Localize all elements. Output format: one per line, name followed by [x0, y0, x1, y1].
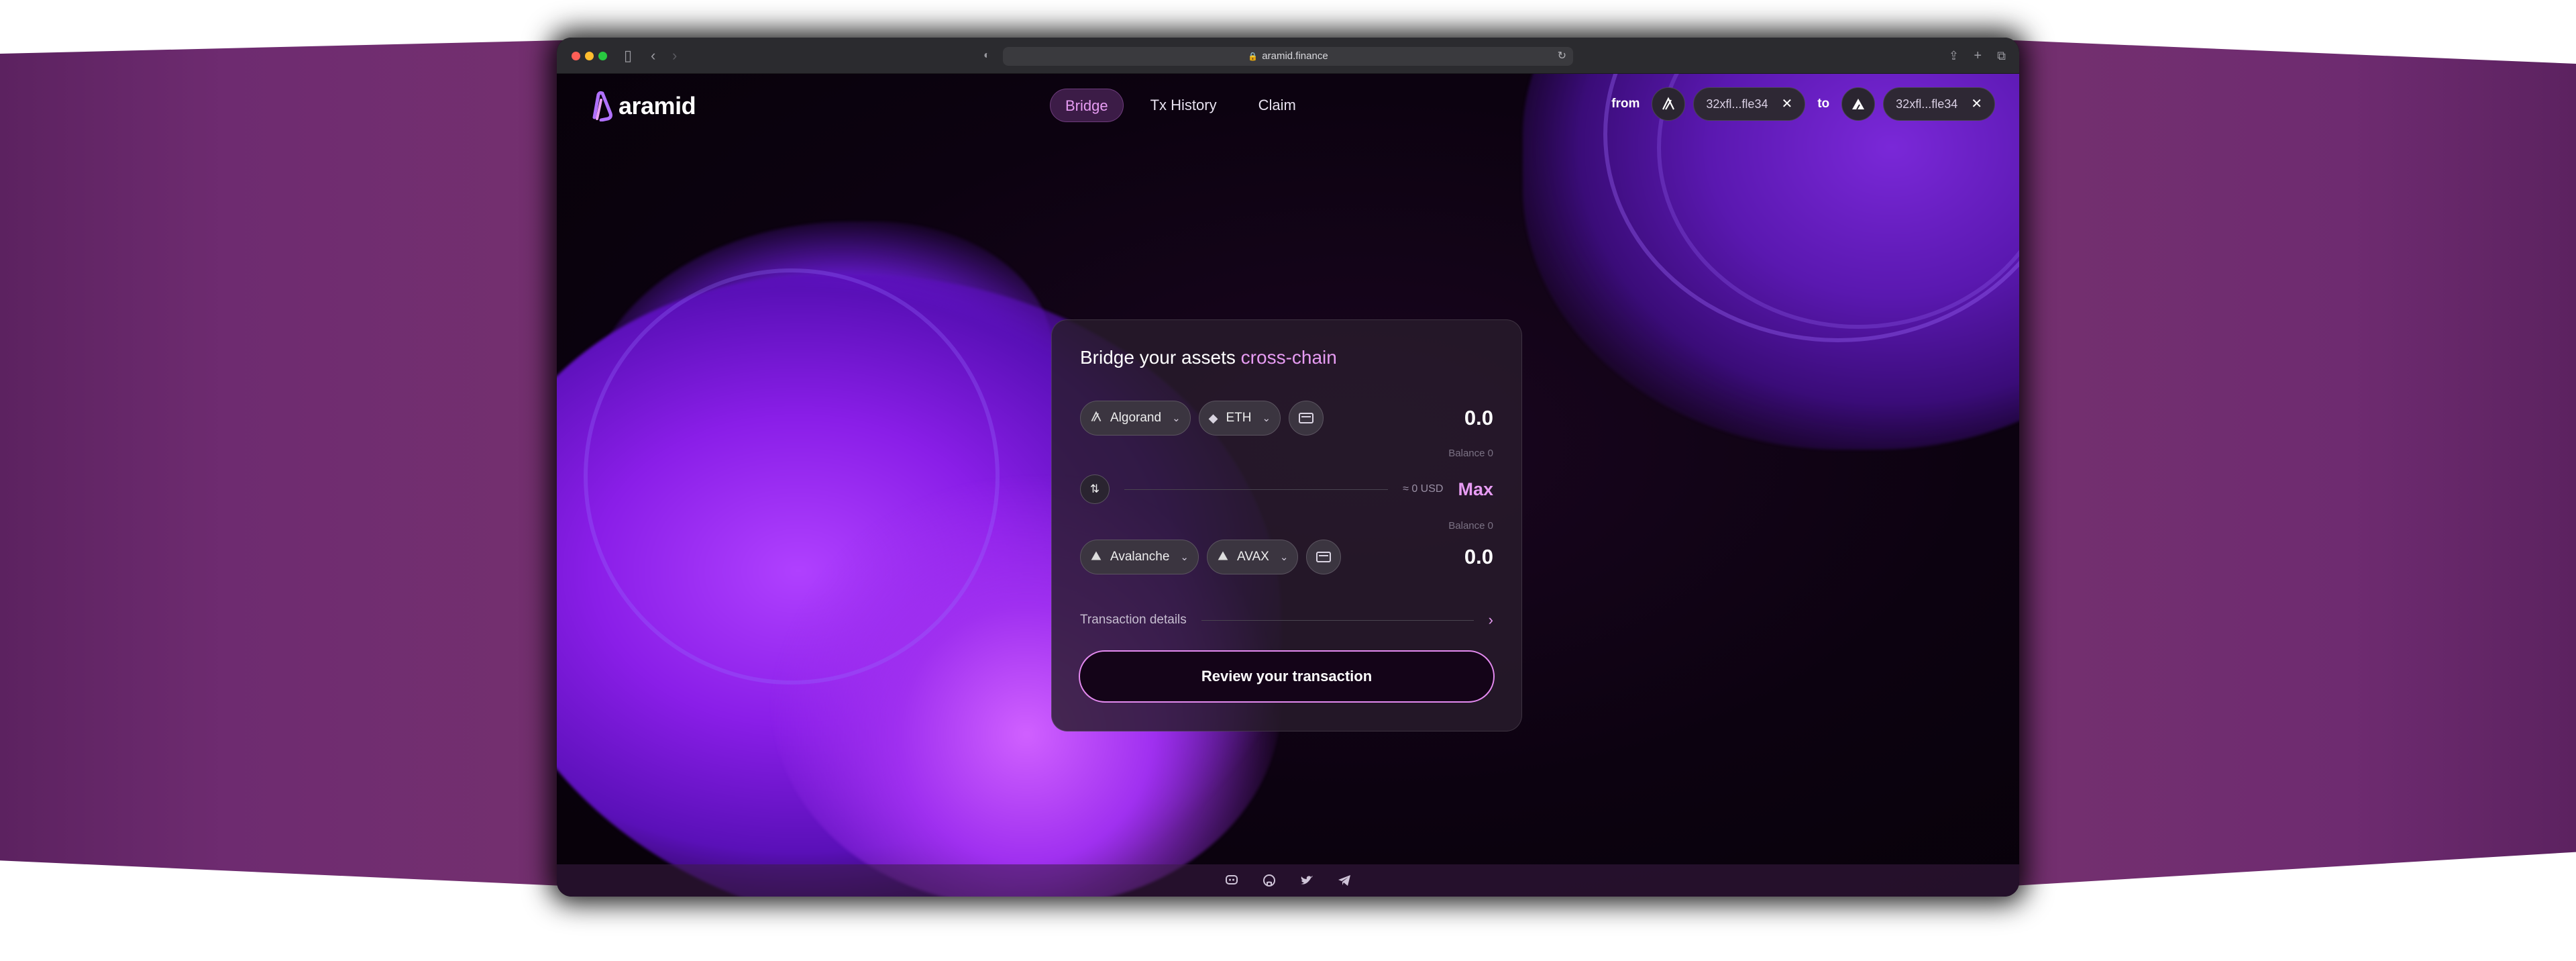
share-icon[interactable]: ⇪: [1949, 47, 1959, 64]
algorand-icon: [1090, 410, 1102, 426]
new-tab-icon[interactable]: +: [1974, 47, 1982, 64]
github-icon[interactable]: [1262, 873, 1277, 888]
transaction-details-toggle[interactable]: Transaction details ›: [1080, 610, 1493, 630]
transaction-details-label: Transaction details: [1080, 613, 1187, 627]
browser-titlebar: ▯ ‹ › ◐ 🔒 aramid.finance ↻ ⇪ + ⧉: [557, 38, 2019, 74]
bridge-title-accent: cross-chain: [1240, 347, 1337, 368]
wallet-connections: from 32xfl...fle34 ✕ to 32xfl...fle34 ✕: [1607, 87, 1995, 121]
chevron-down-icon: ⌄: [1180, 552, 1189, 563]
from-label: from: [1611, 97, 1640, 111]
destination-wallet-button[interactable]: [1306, 540, 1342, 574]
zoom-window-button[interactable]: [598, 52, 607, 60]
swap-direction-button[interactable]: ⇅: [1080, 474, 1110, 504]
wallet-icon: [1316, 552, 1332, 562]
source-wallet-button[interactable]: [1289, 401, 1324, 436]
avalanche-icon: [1090, 550, 1102, 565]
wallet-icon: [1299, 413, 1314, 423]
disconnect-to-icon[interactable]: ✕: [1971, 88, 1982, 120]
source-amount-input[interactable]: 0.0: [1464, 406, 1493, 430]
destination-chain-select[interactable]: Avalanche ⌄: [1080, 540, 1199, 574]
nav-bridge[interactable]: Bridge: [1050, 89, 1124, 122]
address-bar[interactable]: 🔒 aramid.finance ↻: [1003, 47, 1573, 66]
bridge-card: Bridge your assets cross-chain Algorand …: [1051, 319, 1522, 731]
source-chain-select[interactable]: Algorand ⌄: [1080, 401, 1191, 436]
logo-text: aramid: [619, 92, 696, 119]
url-text: aramid.finance: [1262, 50, 1328, 62]
aramid-logo[interactable]: aramid: [592, 90, 696, 122]
destination-chain-label: Avalanche: [1110, 550, 1170, 564]
telegram-icon[interactable]: [1337, 873, 1352, 888]
tab-overview-icon[interactable]: ⧉: [1997, 47, 2006, 64]
chevron-down-icon: ⌄: [1262, 413, 1271, 424]
max-button[interactable]: Max: [1458, 479, 1493, 500]
footer: [557, 864, 2019, 897]
source-token-label: ETH: [1226, 411, 1252, 425]
divider: [1201, 619, 1474, 621]
decorative-swirl: [584, 268, 1000, 685]
usd-estimate: ≈ 0 USD: [1403, 483, 1444, 495]
destination-row: Avalanche ⌄ AVAX ⌄ 0.0: [1080, 540, 1493, 574]
forward-icon[interactable]: ›: [672, 47, 677, 64]
chevron-down-icon: ⌄: [1279, 552, 1289, 563]
destination-balance: Balance 0: [1448, 520, 1493, 532]
lock-icon: 🔒: [1248, 52, 1258, 61]
back-icon[interactable]: ‹: [651, 47, 655, 64]
destination-token-label: AVAX: [1236, 550, 1269, 564]
swap-row: ⇅ ≈ 0 USD Max: [1080, 474, 1493, 504]
bridge-title: Bridge your assets cross-chain: [1080, 347, 1337, 368]
source-row: Algorand ⌄ ◆ ETH ⌄ 0.0: [1080, 401, 1493, 436]
bridge-title-text: Bridge your assets: [1080, 347, 1236, 368]
review-transaction-button[interactable]: Review your transaction: [1079, 650, 1495, 703]
ethereum-icon: ◆: [1208, 411, 1218, 425]
to-wallet-pill[interactable]: 32xfl...fle34 ✕: [1883, 87, 1995, 121]
browser-window: ▯ ‹ › ◐ 🔒 aramid.finance ↻ ⇪ + ⧉ aramid B: [557, 38, 2019, 897]
main-nav: Bridge Tx History Claim: [1050, 89, 1311, 122]
to-label: to: [1817, 97, 1830, 111]
destination-amount-input[interactable]: 0.0: [1464, 545, 1493, 569]
privacy-shield-icon[interactable]: ◐: [983, 47, 990, 64]
sidebar-toggle-icon[interactable]: ▯: [624, 47, 632, 64]
destination-token-select[interactable]: AVAX ⌄: [1206, 540, 1299, 574]
app-page: aramid Bridge Tx History Claim from 32xf…: [557, 74, 2019, 897]
from-wallet-pill[interactable]: 32xfl...fle34 ✕: [1693, 87, 1806, 121]
close-window-button[interactable]: [572, 52, 580, 60]
avalanche-chain-icon[interactable]: [1841, 87, 1876, 121]
disconnect-from-icon[interactable]: ✕: [1781, 88, 1792, 120]
source-chain-label: Algorand: [1110, 411, 1162, 425]
minimize-window-button[interactable]: [585, 52, 594, 60]
nav-tx-history[interactable]: Tx History: [1136, 89, 1232, 122]
chevron-right-icon: ›: [1488, 611, 1493, 628]
twitter-icon[interactable]: [1299, 873, 1314, 888]
source-balance: Balance 0: [1448, 448, 1493, 459]
algorand-chain-icon[interactable]: [1652, 87, 1686, 121]
avalanche-icon: [1217, 550, 1229, 565]
background-panel-right: [2012, 40, 2576, 886]
divider: [1124, 489, 1389, 490]
from-wallet-address: 32xfl...fle34: [1706, 97, 1768, 111]
source-token-select[interactable]: ◆ ETH ⌄: [1198, 401, 1281, 436]
background-panel-left: [0, 40, 564, 886]
aramid-logo-icon: [592, 91, 612, 121]
discord-icon[interactable]: [1224, 873, 1239, 888]
to-wallet-address: 32xfl...fle34: [1896, 97, 1958, 111]
reload-icon[interactable]: ↻: [1558, 47, 1566, 66]
nav-claim[interactable]: Claim: [1244, 89, 1311, 122]
chevron-down-icon: ⌄: [1172, 413, 1181, 424]
